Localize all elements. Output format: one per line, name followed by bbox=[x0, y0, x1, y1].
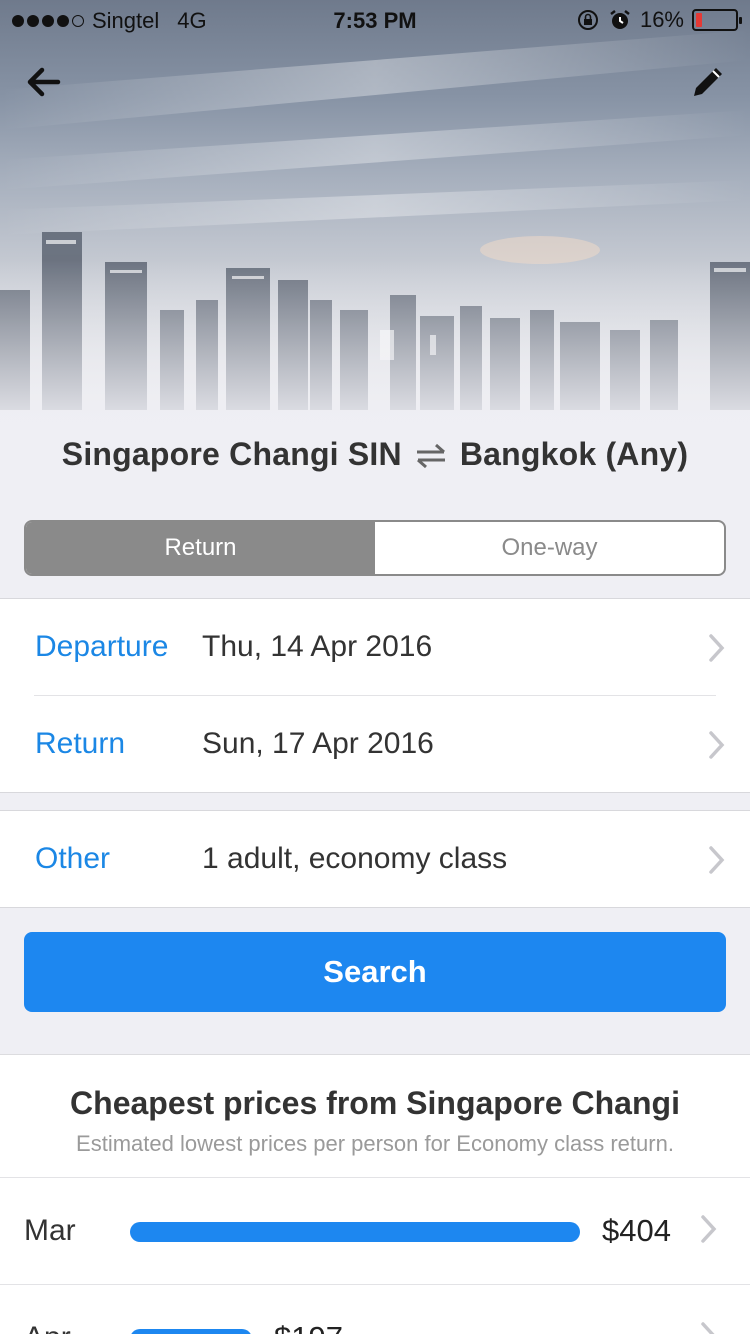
price-month: Apr bbox=[24, 1321, 71, 1334]
search-button[interactable]: Search bbox=[24, 932, 726, 1012]
return-label: Return bbox=[35, 727, 126, 760]
other-label: Other bbox=[35, 842, 111, 875]
departure-date: Thu, 14 Apr 2016 bbox=[202, 630, 433, 663]
price-row[interactable]: Apr $197 bbox=[0, 1285, 750, 1334]
status-bar: Singtel 4G 7:53 PM 16% bbox=[0, 0, 750, 40]
return-row[interactable]: Return Sun, 17 Apr 2016 bbox=[0, 696, 750, 792]
price-bar bbox=[130, 1329, 252, 1334]
chevron-right-icon bbox=[709, 846, 725, 874]
trip-type-one-way[interactable]: One-way bbox=[375, 522, 724, 574]
chevron-right-icon bbox=[701, 1322, 715, 1334]
pencil-icon bbox=[694, 68, 722, 96]
price-month: Mar bbox=[24, 1214, 76, 1247]
hero-image bbox=[0, 0, 750, 440]
trip-type-segmented-control: Return One-way bbox=[24, 520, 726, 576]
trip-type-return[interactable]: Return bbox=[26, 522, 375, 574]
departure-row[interactable]: Departure Thu, 14 Apr 2016 bbox=[0, 599, 750, 695]
section-title: Cheapest prices from Singapore Changi bbox=[70, 1085, 680, 1121]
price-bar bbox=[130, 1222, 580, 1242]
edit-search-button[interactable] bbox=[686, 60, 730, 104]
price-row[interactable]: Mar $404 bbox=[0, 1178, 750, 1284]
price-amount: $404 bbox=[602, 1213, 671, 1248]
passengers-class: 1 adult, economy class bbox=[202, 842, 508, 875]
destination-airport: Bangkok (Any) bbox=[459, 436, 689, 472]
cheapest-prices-section: Cheapest prices from Singapore Changi Es… bbox=[0, 1054, 750, 1334]
arrow-left-icon bbox=[27, 67, 61, 97]
battery-percentage: 16% bbox=[639, 7, 684, 32]
city-skyline-image bbox=[0, 30, 750, 440]
alarm-icon bbox=[610, 10, 630, 29]
price-amount: $197 bbox=[274, 1320, 343, 1334]
return-date: Sun, 17 Apr 2016 bbox=[202, 727, 434, 760]
chevron-right-icon bbox=[701, 1215, 717, 1243]
rotation-lock-icon bbox=[577, 10, 598, 30]
section-subtitle: Estimated lowest prices per person for E… bbox=[76, 1131, 674, 1156]
dates-card: Departure Thu, 14 Apr 2016 Return Sun, 1… bbox=[0, 598, 750, 793]
other-card: Other 1 adult, economy class bbox=[0, 810, 750, 908]
back-button[interactable] bbox=[22, 60, 66, 104]
route-title[interactable]: Singapore Changi SIN Bangkok (Any) bbox=[0, 436, 750, 477]
battery-icon bbox=[692, 9, 742, 31]
swap-arrows-icon bbox=[414, 440, 448, 477]
other-row[interactable]: Other 1 adult, economy class bbox=[0, 811, 750, 907]
origin-airport: Singapore Changi SIN bbox=[61, 436, 402, 472]
chevron-right-icon bbox=[709, 731, 725, 759]
departure-label: Departure bbox=[35, 630, 169, 663]
chevron-right-icon bbox=[709, 634, 725, 662]
